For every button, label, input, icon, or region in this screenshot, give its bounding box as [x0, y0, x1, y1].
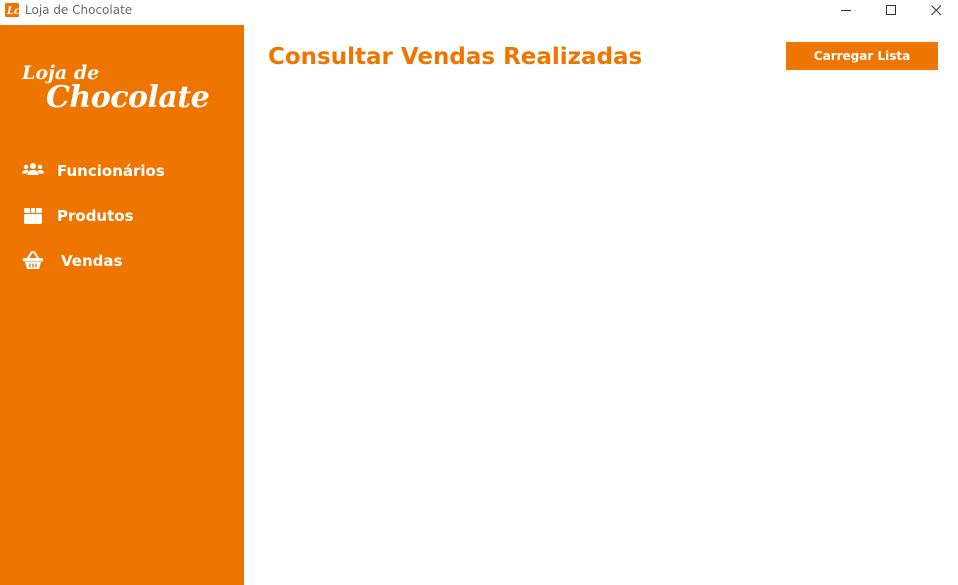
users-icon — [22, 161, 44, 181]
logo-line-2: Chocolate — [46, 80, 210, 115]
sidebar-item-label: Funcionários — [57, 162, 165, 180]
basket-icon — [22, 251, 44, 271]
page-title: Consultar Vendas Realizadas — [268, 44, 643, 70]
sidebar-item-produtos[interactable]: Produtos — [0, 198, 244, 234]
minimize-button[interactable] — [823, 0, 869, 22]
svg-text:Lc: Lc — [6, 6, 19, 17]
title-bar[interactable]: Lc Loja de Chocolate — [0, 0, 958, 25]
maximize-icon — [886, 5, 896, 15]
sidebar-item-funcionarios[interactable]: Funcionários — [0, 153, 244, 189]
sidebar-item-label: Produtos — [57, 207, 134, 225]
maximize-button[interactable] — [868, 0, 914, 22]
sidebar-item-label: Vendas — [61, 252, 123, 270]
close-icon — [931, 5, 942, 16]
box-icon — [22, 206, 44, 226]
brand-logo: Loja de Chocolate — [22, 63, 210, 115]
minimize-icon — [841, 10, 851, 11]
sidebar: Loja de Chocolate Funcionários Produtos … — [0, 25, 244, 585]
app-window: Lc Loja de Chocolate Loja de Chocolate F… — [0, 0, 958, 585]
window-title: Loja de Chocolate — [25, 3, 133, 17]
load-list-button[interactable]: Carregar Lista — [786, 42, 938, 70]
sidebar-item-vendas[interactable]: Vendas — [0, 243, 244, 279]
close-button[interactable] — [913, 0, 958, 22]
app-logo-icon: Lc — [5, 3, 19, 17]
